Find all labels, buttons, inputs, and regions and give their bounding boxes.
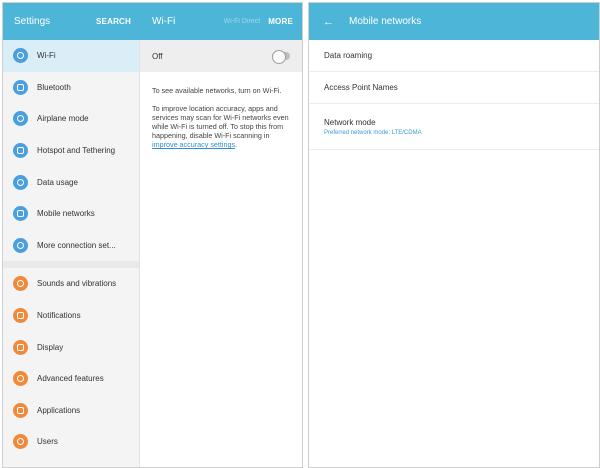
search-button[interactable]: SEARCH: [96, 17, 131, 26]
sidebar-item-wifi[interactable]: Wi-Fi: [3, 40, 139, 72]
wifi-scanning-message: To improve location accuracy, apps and s…: [140, 104, 302, 149]
sidebar-item-data-usage[interactable]: Data usage: [3, 166, 139, 198]
sidebar-item-bluetooth[interactable]: Bluetooth: [3, 72, 139, 104]
sidebar-item-hotspot[interactable]: Hotspot and Tethering: [3, 135, 139, 167]
wifi-toggle-label: Off: [152, 51, 163, 61]
mobile-networks-icon: [13, 206, 28, 222]
network-mode-row[interactable]: Network mode Preferred network mode: LTE…: [309, 104, 599, 150]
screenshot: Settings SEARCH Wi-Fi Wi-Fi Direct MORE …: [0, 0, 600, 468]
users-icon: [13, 434, 28, 450]
sound-icon: [13, 276, 28, 292]
improve-accuracy-link[interactable]: improve accuracy settings: [152, 140, 235, 149]
wifi-toggle-switch[interactable]: [272, 50, 290, 64]
access-point-names-label: Access Point Names: [324, 83, 398, 92]
airplane-icon: [13, 111, 28, 127]
notifications-icon: [13, 308, 28, 324]
sidebar-item-label: Wi-Fi: [37, 51, 56, 61]
sidebar-item-label: Mobile networks: [37, 209, 95, 219]
sidebar-item-display[interactable]: Display: [3, 331, 139, 363]
network-mode-value: Preferred network mode: LTE/CDMA: [324, 129, 422, 136]
bluetooth-icon: [13, 79, 28, 95]
data-usage-icon: [13, 174, 28, 190]
sidebar-item-label: Applications: [37, 405, 81, 415]
sidebar-item-applications[interactable]: Applications: [3, 395, 139, 427]
mobile-networks-app-bar: ← Mobile networks: [309, 3, 599, 40]
wifi-direct-button[interactable]: Wi-Fi Direct: [224, 18, 261, 25]
sidebar-item-label: Notifications: [37, 311, 81, 321]
hotspot-icon: [13, 143, 28, 159]
more-button[interactable]: MORE: [268, 17, 293, 26]
wifi-icon: [13, 48, 28, 64]
wifi-scanning-text: To improve location accuracy, apps and s…: [152, 104, 289, 140]
sidebar-item-notifications[interactable]: Notifications: [3, 300, 139, 332]
sidebar-item-more-connection[interactable]: More connection set...: [3, 230, 139, 262]
settings-title: Settings: [14, 16, 51, 27]
settings-sidebar: Wi-Fi Bluetooth Airplane mode Hotspot an…: [3, 40, 140, 467]
sidebar-item-advanced-features[interactable]: Advanced features: [3, 363, 139, 395]
wifi-scanning-period: .: [235, 140, 238, 149]
wifi-app-bar: Wi-Fi Wi-Fi Direct MORE: [140, 3, 302, 40]
sidebar-item-users[interactable]: Users: [3, 426, 139, 458]
display-icon: [13, 339, 28, 355]
wifi-title: Wi-Fi: [152, 16, 176, 27]
data-roaming-label: Data roaming: [324, 51, 373, 60]
sidebar-item-label: Sounds and vibrations: [37, 279, 117, 289]
data-roaming-row[interactable]: Data roaming: [309, 40, 599, 72]
sidebar-item-label: More connection set...: [37, 240, 116, 250]
sidebar-item-sounds[interactable]: Sounds and vibrations: [3, 268, 139, 300]
applications-icon: [13, 402, 28, 418]
access-point-names-row[interactable]: Access Point Names: [309, 72, 599, 104]
sidebar-item-label: Advanced features: [37, 374, 104, 384]
sidebar-item-label: Users: [37, 437, 58, 447]
mobile-networks-title: Mobile networks: [349, 16, 422, 27]
sidebar-item-label: Data usage: [37, 177, 78, 187]
back-arrow-icon[interactable]: ←: [323, 16, 335, 28]
wifi-toggle-row[interactable]: Off: [140, 40, 302, 72]
sidebar-divider: [3, 261, 139, 269]
sidebar-item-label: Airplane mode: [37, 114, 89, 124]
wifi-detail-panel: Off To see available networks, turn on W…: [140, 40, 302, 467]
settings-screen: Settings SEARCH Wi-Fi Wi-Fi Direct MORE …: [2, 2, 303, 468]
sidebar-item-label: Display: [37, 342, 64, 352]
advanced-features-icon: [13, 371, 28, 387]
settings-app-bar: Settings SEARCH: [3, 3, 140, 40]
sidebar-item-airplane-mode[interactable]: Airplane mode: [3, 103, 139, 135]
more-connection-icon: [13, 237, 28, 253]
network-mode-label: Network mode: [324, 117, 376, 127]
sidebar-item-label: Hotspot and Tethering: [37, 146, 116, 156]
sidebar-item-label: Bluetooth: [37, 82, 71, 92]
mobile-networks-screen: ← Mobile networks Data roaming Access Po…: [308, 2, 600, 468]
sidebar-item-mobile-networks[interactable]: Mobile networks: [3, 198, 139, 230]
wifi-off-message: To see available networks, turn on Wi-Fi…: [152, 86, 282, 95]
